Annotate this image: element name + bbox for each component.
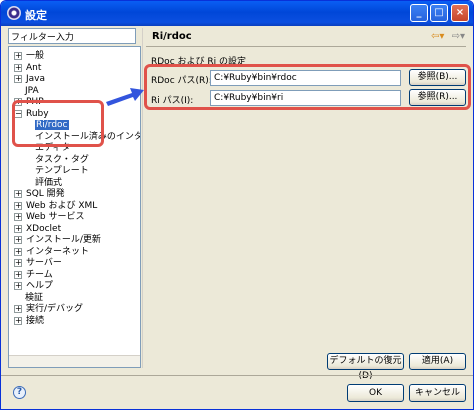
tree-item-label: 検証 xyxy=(25,292,44,303)
tree-item-label: 実行/デバッグ xyxy=(26,304,84,314)
tree-item-label: タスク・タグ xyxy=(35,154,89,165)
tree-horizontal-scrollbar[interactable] xyxy=(9,355,140,367)
expand-icon[interactable]: + xyxy=(14,201,22,210)
forward-arrow-icon[interactable]: ⇨▾ xyxy=(452,31,465,42)
page-separator xyxy=(146,46,466,47)
expand-icon[interactable]: + xyxy=(14,259,22,267)
expand-icon[interactable]: + xyxy=(14,63,22,72)
expand-icon[interactable]: + xyxy=(14,236,22,244)
close-button[interactable]: × xyxy=(451,4,469,22)
tree-highlight-annotation xyxy=(12,100,104,147)
expand-icon[interactable]: + xyxy=(14,75,22,83)
tree-item-label: チーム xyxy=(26,269,53,280)
tree-item-label: テンプレート xyxy=(35,166,89,176)
tree-item-label: 一般 xyxy=(26,51,45,61)
fields-highlight-annotation xyxy=(144,64,471,110)
expand-icon[interactable]: + xyxy=(14,270,22,279)
tree-item-label: Web および XML xyxy=(26,200,98,211)
expand-icon[interactable]: + xyxy=(14,224,22,233)
tree-item-label: ヘルプ xyxy=(26,281,54,291)
back-arrow-icon[interactable]: ⇦▾ xyxy=(431,31,444,42)
tree-item-label: XDoclet xyxy=(26,223,62,234)
tree-item-label: Web サービス xyxy=(26,212,85,222)
tree-item-label: 評価式 xyxy=(35,177,63,188)
tree-item-label: Ant xyxy=(26,62,42,73)
expand-icon[interactable]: + xyxy=(14,52,22,60)
expand-icon[interactable]: + xyxy=(14,305,22,313)
tree-item-label: サーバー xyxy=(26,258,62,268)
expand-icon[interactable]: + xyxy=(14,282,22,290)
title-bar[interactable]: 設定 _ □ × xyxy=(1,1,473,26)
annotation-arrow-icon xyxy=(106,88,144,106)
page-title: Ri/rdoc xyxy=(152,31,192,42)
apply-button[interactable]: 適用(A) xyxy=(409,353,466,370)
expand-icon[interactable]: + xyxy=(14,213,22,221)
filter-input[interactable] xyxy=(8,28,136,44)
expand-icon[interactable]: + xyxy=(14,190,22,198)
tree-item-label: インストール/更新 xyxy=(26,235,101,245)
history-navigation: ⇦▾ ⇨▾ xyxy=(427,31,465,42)
window-title: 設定 xyxy=(25,9,47,22)
tree-item-label: 接続 xyxy=(26,315,45,326)
minimize-button[interactable]: _ xyxy=(410,4,428,22)
tree-item-label: インターネット xyxy=(26,246,90,257)
restore-defaults-button[interactable]: デフォルトの復元(D) xyxy=(327,353,404,381)
eclipse-icon xyxy=(7,6,21,20)
tree-item-label: SQL 開発 xyxy=(26,189,65,199)
ok-button[interactable]: OK xyxy=(347,384,404,402)
footer-separator xyxy=(1,375,473,376)
expand-icon[interactable]: + xyxy=(14,247,22,256)
tree-item-label: JPA xyxy=(25,85,39,96)
preferences-window: 設定 _ □ × +一般+Ant+JavaJPA+PHP−RubyRi/rdoc… xyxy=(0,0,474,410)
panel-divider[interactable] xyxy=(142,28,143,368)
tree-item-label: Java xyxy=(26,74,46,84)
expand-icon[interactable]: + xyxy=(14,316,22,325)
tree-item[interactable]: + 接続 xyxy=(14,315,44,328)
help-icon[interactable]: ? xyxy=(13,386,26,399)
maximize-button[interactable]: □ xyxy=(430,4,448,22)
cancel-button[interactable]: キャンセル xyxy=(409,384,466,402)
